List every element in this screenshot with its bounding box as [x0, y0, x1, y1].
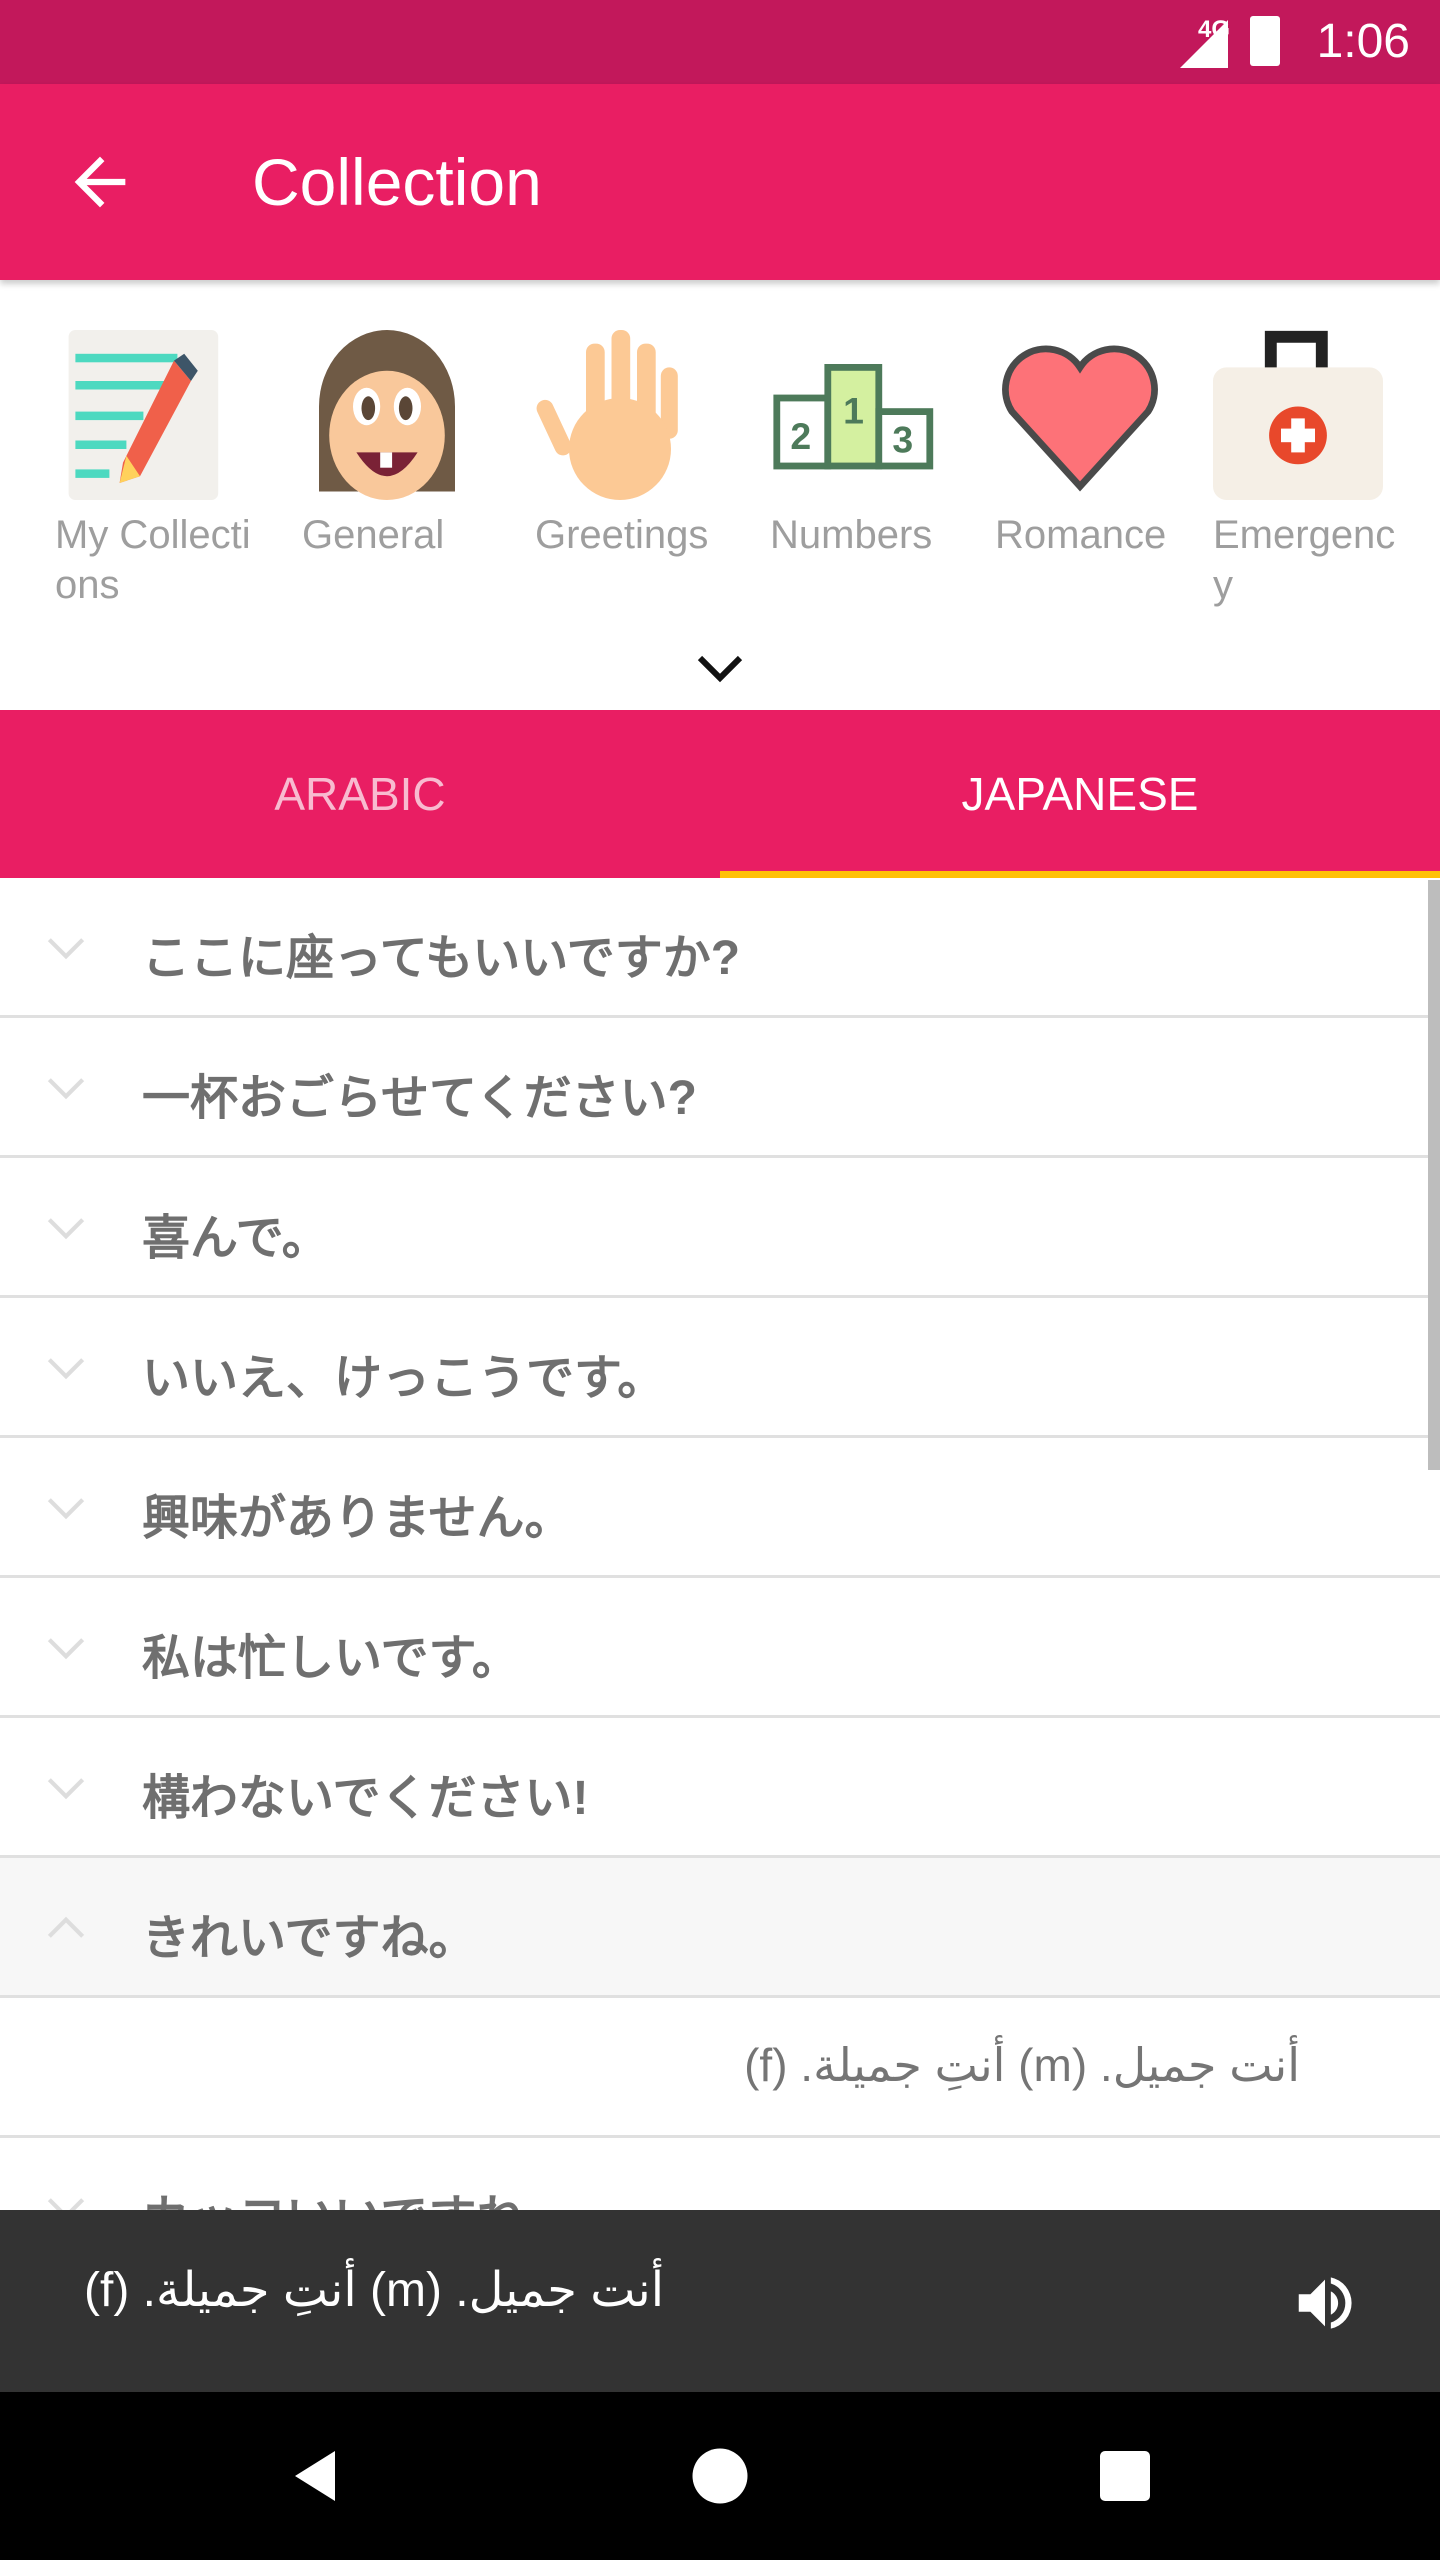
chevron-down-icon — [47, 1078, 85, 1100]
system-nav-bar — [0, 2392, 1440, 2560]
svg-text:1: 1 — [843, 390, 864, 432]
battery-charging-icon — [1250, 16, 1280, 66]
list-item[interactable]: 喜んで。 — [0, 1158, 1440, 1298]
list-item[interactable]: いいえ、けっこうです。 — [0, 1298, 1440, 1438]
chevron-down-icon — [47, 1218, 85, 1240]
category-numbers[interactable]: 213 Numbers — [770, 330, 980, 560]
tab-japanese[interactable]: JAPANESE — [720, 710, 1440, 878]
chevron-up-icon — [47, 1916, 85, 1938]
expand-categories-chevron-icon[interactable] — [695, 650, 745, 690]
scrollbar[interactable] — [1428, 880, 1440, 1470]
list-item[interactable]: 一杯おごらせてください? — [0, 1018, 1440, 1158]
player-text: أنت جميل. (m) أنتِ جميلة. (f) — [84, 2264, 665, 2317]
phrase-list: ここに座ってもいいですか? 一杯おごらせてください? 喜んで。 いいえ、けっこう… — [0, 878, 1440, 2210]
category-strip: My Collections General Greetings 213 Num… — [0, 280, 1440, 710]
translation-text: أنت جميل. (m) أنتِ جميلة. (f) — [744, 2039, 1300, 2091]
tab-arabic[interactable]: ARABIC — [0, 710, 720, 878]
podium-icon: 213 — [773, 364, 934, 470]
girl-face-icon — [319, 330, 455, 500]
heart-icon — [1002, 345, 1158, 492]
chevron-down-icon — [47, 1498, 85, 1520]
signal-icon — [1180, 20, 1228, 68]
nav-home-icon[interactable] — [690, 2446, 750, 2506]
translation-row[interactable]: أنت جميل. (m) أنتِ جميلة. (f) — [0, 1998, 1440, 2138]
category-greetings[interactable]: Greetings — [535, 330, 745, 560]
notebook-pencil-icon — [68, 330, 219, 500]
category-general[interactable]: General — [302, 330, 512, 560]
category-romance[interactable]: Romance — [995, 330, 1205, 560]
list-item[interactable]: 構わないでください! — [0, 1718, 1440, 1858]
chevron-down-icon — [47, 1358, 85, 1380]
list-item-expanded[interactable]: きれいですね。 — [0, 1858, 1440, 1998]
page-title: Collection — [252, 145, 542, 219]
speaker-icon[interactable] — [1290, 2268, 1360, 2338]
hand-wave-icon — [536, 330, 678, 500]
svg-text:3: 3 — [892, 418, 913, 460]
chevron-down-icon — [47, 1638, 85, 1660]
category-my-collections[interactable]: My Collections — [55, 330, 265, 610]
chevron-down-icon — [47, 2198, 85, 2210]
list-item[interactable]: ここに座ってもいいですか? — [0, 878, 1440, 1018]
first-aid-kit-icon — [1213, 330, 1383, 500]
category-emergency[interactable]: Emergency — [1213, 330, 1423, 610]
back-arrow-icon[interactable] — [62, 144, 138, 220]
list-item[interactable]: カッコいいですね。 — [0, 2138, 1440, 2210]
svg-text:2: 2 — [790, 415, 811, 457]
tab-indicator — [720, 871, 1440, 878]
language-tabs: ARABIC JAPANESE — [0, 710, 1440, 878]
clock: 1:06 — [1316, 15, 1410, 68]
chevron-down-icon — [47, 1778, 85, 1800]
status-bar: 4G 1:06 — [0, 0, 1440, 84]
nav-recents-icon[interactable] — [1095, 2446, 1155, 2506]
app-bar: Collection — [0, 84, 1440, 280]
nav-back-icon[interactable] — [285, 2446, 345, 2506]
chevron-down-icon — [47, 938, 85, 960]
list-item[interactable]: 私は忙しいです。 — [0, 1578, 1440, 1718]
list-item[interactable]: 興味がありません。 — [0, 1438, 1440, 1578]
audio-player-bar: أنت جميل. (m) أنتِ جميلة. (f) — [0, 2210, 1440, 2392]
